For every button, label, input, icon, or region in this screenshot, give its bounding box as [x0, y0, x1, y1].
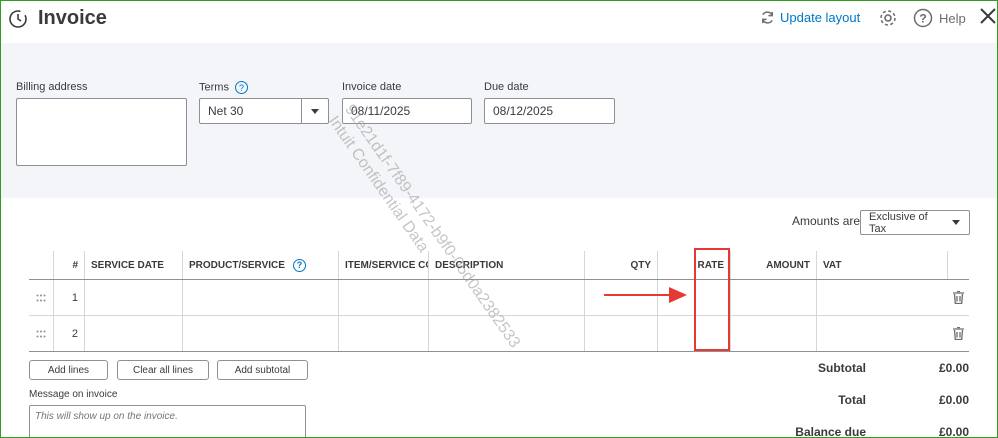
help-label: Help [939, 10, 966, 26]
add-subtotal-button[interactable]: Add subtotal [217, 360, 308, 380]
vat-cell[interactable] [816, 316, 947, 351]
description-cell[interactable] [428, 280, 584, 315]
column-header-qty: QTY [584, 251, 657, 279]
delete-column-header [947, 251, 969, 279]
description-cell[interactable] [428, 316, 584, 351]
terms-label-text: Terms [199, 81, 229, 94]
billing-address-label: Billing address [16, 81, 88, 93]
column-header-item-service-code: ITEM/SERVICE CO [338, 251, 428, 279]
product-service-cell[interactable] [182, 316, 338, 351]
table-header-row: # SERVICE DATE PRODUCT/SERVICE? ITEM/SER… [29, 251, 969, 280]
help-icon: ? [913, 8, 933, 28]
delete-row-icon[interactable] [947, 316, 969, 351]
delete-row-icon[interactable] [947, 280, 969, 315]
clear-all-lines-button[interactable]: Clear all lines [117, 360, 209, 380]
column-header-product-service: PRODUCT/SERVICE? [182, 251, 338, 279]
total-label: Total [838, 393, 866, 407]
balance-due-value: £0.00 [938, 425, 969, 438]
amount-cell[interactable] [730, 280, 816, 315]
product-service-header-text: PRODUCT/SERVICE [189, 259, 285, 271]
subtotal-value: £0.00 [938, 361, 969, 375]
message-on-invoice-field[interactable] [29, 405, 306, 437]
help-button[interactable]: ? Help [913, 8, 966, 28]
page-title: Invoice [38, 7, 107, 29]
terms-help-icon[interactable]: ? [234, 81, 248, 94]
service-date-cell[interactable] [84, 280, 182, 315]
column-header-amount: AMOUNT [730, 251, 816, 279]
amounts-are-value: Exclusive of Tax [869, 210, 928, 235]
total-value: £0.00 [938, 393, 969, 407]
subtotal-label: Subtotal [818, 361, 866, 375]
gear-icon[interactable] [878, 8, 898, 28]
svg-text:?: ? [919, 12, 926, 26]
table-row[interactable]: 2 [29, 316, 969, 352]
refresh-icon [762, 11, 773, 24]
update-layout-link[interactable]: Update layout [760, 10, 860, 25]
update-layout-label: Update layout [780, 10, 861, 25]
invoice-date-field[interactable]: 08/11/2025 [342, 98, 472, 124]
column-header-number: # [53, 251, 84, 279]
invoice-header-section: Billing address Terms? Net 30 Invoice da… [1, 43, 997, 198]
due-date-label: Due date [484, 81, 529, 93]
terms-value: Net 30 [208, 104, 244, 118]
chevron-down-icon[interactable] [301, 99, 328, 123]
amounts-are-dropdown[interactable]: Exclusive of Tax [860, 210, 970, 235]
product-service-cell[interactable] [182, 280, 338, 315]
add-lines-button[interactable]: Add lines [29, 360, 108, 380]
balance-due-label: Balance due [795, 425, 866, 438]
qty-cell[interactable] [584, 316, 657, 351]
close-icon[interactable] [979, 5, 997, 27]
header-bar: Invoice Update layout ? Help [1, 1, 997, 43]
product-help-icon[interactable]: ? [292, 258, 306, 272]
invoice-date-label: Invoice date [342, 81, 402, 93]
column-header-description: DESCRIPTION [428, 251, 584, 279]
item-service-code-cell[interactable] [338, 316, 428, 351]
table-row[interactable]: 1 [29, 280, 969, 316]
service-date-cell[interactable] [84, 316, 182, 351]
annotation-arrow-icon [604, 287, 687, 303]
terms-label: Terms? [199, 81, 248, 94]
history-icon[interactable] [8, 9, 28, 29]
chevron-down-icon [952, 220, 960, 225]
amounts-are-label: Amounts are [792, 214, 861, 228]
drag-handle-icon[interactable] [29, 280, 53, 315]
drag-column-header [29, 251, 53, 279]
rate-column-highlight [694, 248, 730, 351]
item-service-code-cell[interactable] [338, 280, 428, 315]
due-date-field[interactable]: 08/12/2025 [484, 98, 615, 124]
vat-cell[interactable] [816, 280, 947, 315]
drag-handle-icon[interactable] [29, 316, 53, 351]
message-on-invoice-label: Message on invoice [29, 389, 118, 400]
billing-address-field[interactable] [16, 98, 187, 166]
amount-cell[interactable] [730, 316, 816, 351]
row-number: 1 [53, 280, 84, 315]
column-header-vat: VAT [816, 251, 947, 279]
row-number: 2 [53, 316, 84, 351]
column-header-service-date: SERVICE DATE [84, 251, 182, 279]
terms-dropdown[interactable]: Net 30 [199, 98, 329, 124]
invoice-window: Invoice Update layout ? Help Billing add… [0, 0, 998, 438]
